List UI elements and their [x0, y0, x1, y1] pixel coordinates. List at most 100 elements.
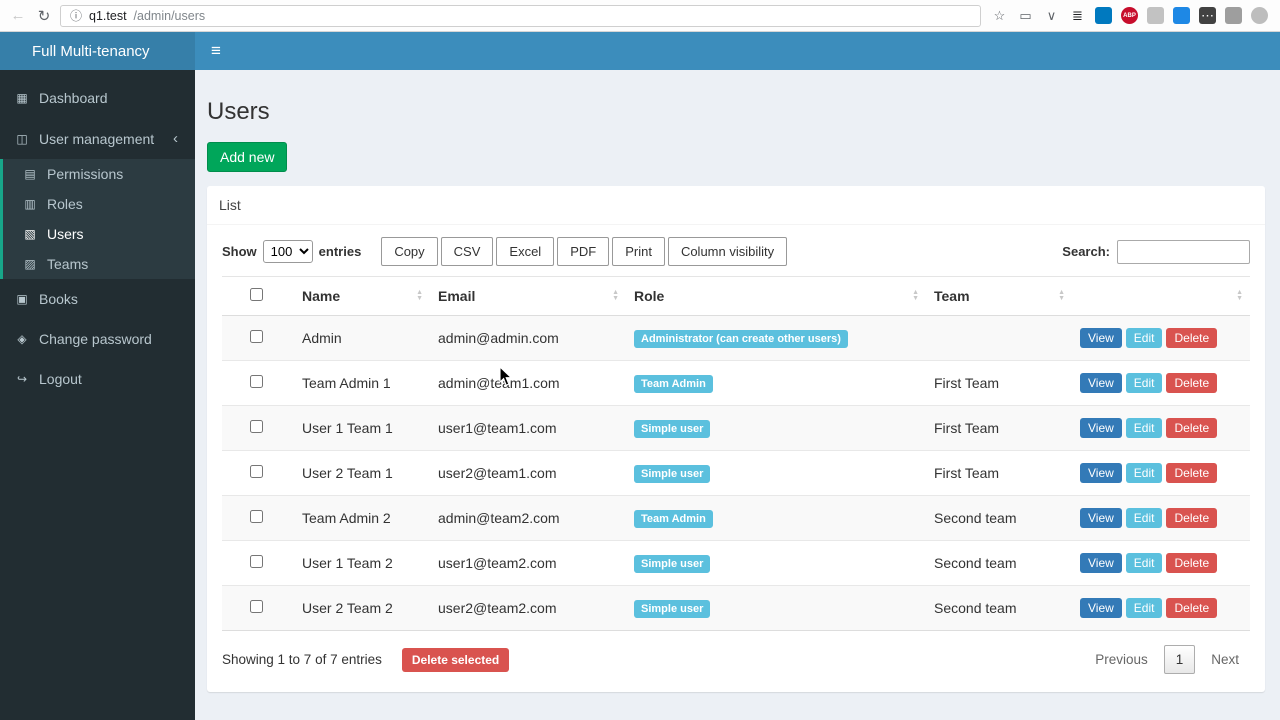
ft-icon[interactable]: [1173, 7, 1190, 24]
view-button[interactable]: View: [1080, 553, 1122, 573]
column-header-role[interactable]: Role: [626, 276, 926, 316]
delete-button[interactable]: Delete: [1166, 418, 1218, 438]
search-input[interactable]: [1117, 239, 1250, 264]
sidebar-item-teams[interactable]: ▨ Teams: [3, 249, 195, 279]
next-page-button[interactable]: Next: [1200, 646, 1250, 673]
name-cell: Admin: [294, 315, 430, 361]
csv-button[interactable]: CSV: [440, 237, 494, 266]
pdf-button[interactable]: PDF: [557, 237, 610, 266]
table-footer: Showing 1 to 7 of 7 entries Delete selec…: [222, 645, 1250, 678]
trello-icon[interactable]: [1095, 7, 1112, 24]
sidebar-item-dashboard[interactable]: ▦ Dashboard: [0, 78, 195, 118]
excel-button[interactable]: Excel: [496, 237, 555, 266]
page-number-button[interactable]: 1: [1163, 645, 1196, 674]
sidebar-item-change-password[interactable]: ◈ Change password: [0, 319, 195, 359]
clip-icon[interactable]: [1147, 7, 1164, 24]
view-button[interactable]: View: [1080, 463, 1122, 483]
roles-icon: ▥: [24, 197, 36, 211]
back-icon[interactable]: ←: [8, 7, 28, 24]
sidebar-item-label: Users: [47, 226, 84, 242]
add-new-button[interactable]: Add new: [207, 142, 288, 172]
role-badge: Team Admin: [634, 509, 713, 528]
sidebar-item-users[interactable]: ▧ Users: [3, 219, 195, 249]
row-checkbox[interactable]: [250, 375, 263, 388]
edit-button[interactable]: Edit: [1125, 418, 1163, 438]
previous-page-button[interactable]: Previous: [1084, 646, 1159, 673]
edit-button[interactable]: Edit: [1125, 598, 1163, 618]
gray-square-icon[interactable]: [1225, 7, 1242, 24]
permissions-icon: ▤: [24, 167, 36, 181]
more-tools-icon[interactable]: ⋯: [1199, 7, 1216, 24]
column-visibility-button[interactable]: Column visibility: [667, 237, 788, 266]
role-badge: Simple user: [634, 464, 711, 483]
role-cell: Simple user: [626, 450, 926, 496]
team-cell: First Team: [926, 360, 1072, 406]
layers-icon[interactable]: ≣: [1069, 7, 1086, 24]
row-checkbox[interactable]: [250, 465, 263, 478]
row-checkbox[interactable]: [250, 555, 263, 568]
role-badge: Simple user: [634, 554, 711, 573]
column-header-email[interactable]: Email: [430, 276, 626, 316]
delete-selected-button[interactable]: Delete selected: [401, 647, 510, 672]
delete-button[interactable]: Delete: [1166, 373, 1218, 393]
sidebar-item-roles[interactable]: ▥ Roles: [3, 189, 195, 219]
sidebar-toggle-icon[interactable]: ≡: [195, 41, 237, 61]
sidebar-item-books[interactable]: ▣ Books: [0, 279, 195, 319]
brand-logo[interactable]: Full Multi-tenancy: [0, 32, 195, 70]
sidebar-item-logout[interactable]: ↪ Logout: [0, 359, 195, 399]
role-cell: Simple user: [626, 405, 926, 451]
row-checkbox[interactable]: [250, 600, 263, 613]
edit-button[interactable]: Edit: [1125, 553, 1163, 573]
delete-button[interactable]: Delete: [1166, 553, 1218, 573]
column-header-team[interactable]: Team: [926, 276, 1072, 316]
page-length-control: Show 100 entries: [222, 240, 361, 263]
adblock-icon[interactable]: ABP: [1121, 7, 1138, 24]
show-label: Show: [222, 244, 257, 259]
url-bar[interactable]: ⓘ q1.test/admin/users: [60, 4, 981, 27]
star-icon[interactable]: ☆: [991, 7, 1008, 24]
sidebar-item-label: Roles: [47, 196, 83, 212]
row-checkbox[interactable]: [250, 330, 263, 343]
sidebar-item-permissions[interactable]: ▤ Permissions: [3, 159, 195, 189]
role-cell: Simple user: [626, 540, 926, 586]
edit-button[interactable]: Edit: [1125, 463, 1163, 483]
edit-button[interactable]: Edit: [1125, 508, 1163, 528]
gray-circle-icon[interactable]: [1251, 7, 1268, 24]
row-checkbox[interactable]: [250, 420, 263, 433]
column-header-name[interactable]: Name: [294, 276, 430, 316]
select-all-checkbox[interactable]: [250, 288, 263, 301]
search-label: Search:: [1062, 244, 1110, 259]
delete-button[interactable]: Delete: [1166, 328, 1218, 348]
pagination: Previous 1 Next: [1084, 645, 1250, 674]
sidebar-item-user-management[interactable]: ◫ User management ‹: [0, 118, 195, 159]
info-icon[interactable]: ⓘ: [70, 7, 82, 24]
delete-button[interactable]: Delete: [1166, 463, 1218, 483]
refresh-icon[interactable]: ↻: [34, 7, 54, 25]
edit-button[interactable]: Edit: [1125, 328, 1163, 348]
sidebar-item-label: Teams: [47, 256, 89, 272]
print-button[interactable]: Print: [612, 237, 665, 266]
delete-button[interactable]: Delete: [1166, 508, 1218, 528]
view-button[interactable]: View: [1080, 373, 1122, 393]
page-title: Users: [207, 98, 270, 125]
column-header-actions[interactable]: [1072, 276, 1250, 316]
column-label: Name: [302, 288, 341, 304]
table-row: Team Admin 2 admin@team2.com Team Admin Sec…: [222, 495, 1250, 541]
row-checkbox[interactable]: [250, 510, 263, 523]
view-button[interactable]: View: [1080, 418, 1122, 438]
pocket-icon[interactable]: ∨: [1043, 7, 1060, 24]
view-button[interactable]: View: [1080, 508, 1122, 528]
delete-button[interactable]: Delete: [1166, 598, 1218, 618]
edit-button[interactable]: Edit: [1125, 373, 1163, 393]
page-length-select[interactable]: 100: [262, 240, 313, 263]
copy-button[interactable]: Copy: [381, 237, 438, 266]
sidebar: ▦ Dashboard ◫ User management ‹ ▤ Permis…: [0, 70, 195, 720]
cast-icon[interactable]: ▭: [1017, 7, 1034, 24]
table-row: Team Admin 1 admin@team1.com Team Admin Fir…: [222, 360, 1250, 406]
table-row: Admin admin@admin.com Administrator (can c…: [222, 315, 1250, 361]
email-cell: user1@team2.com: [430, 540, 626, 586]
team-cell: First Team: [926, 450, 1072, 496]
view-button[interactable]: View: [1080, 328, 1122, 348]
view-button[interactable]: View: [1080, 598, 1122, 618]
email-cell: user1@team1.com: [430, 405, 626, 451]
